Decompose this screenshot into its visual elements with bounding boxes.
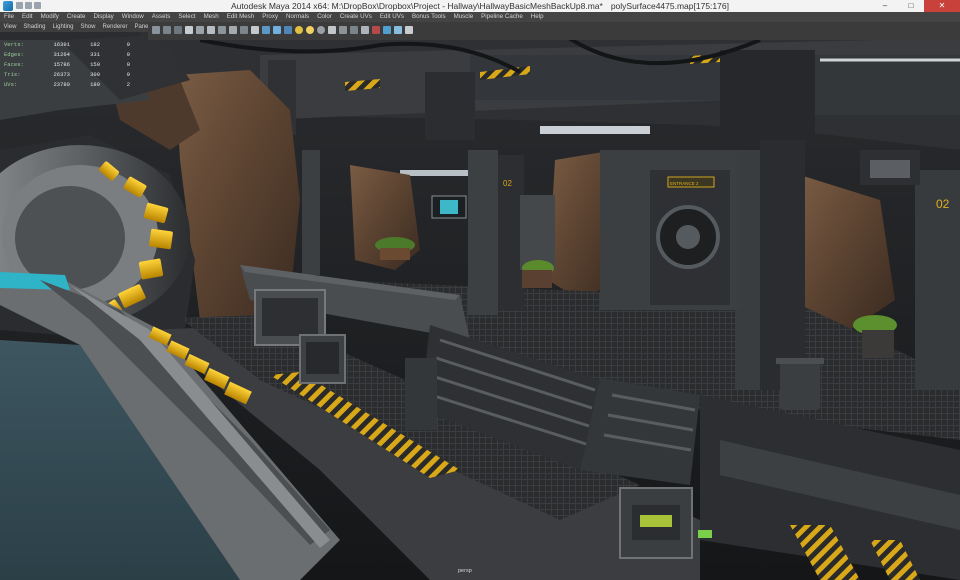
hud-label: Tris: bbox=[4, 71, 21, 78]
bookmarks-icon[interactable] bbox=[174, 26, 182, 34]
menu-edit[interactable]: Edit bbox=[18, 12, 37, 22]
panel-menu-shading[interactable]: Shading bbox=[20, 22, 49, 32]
menu-select[interactable]: Select bbox=[174, 12, 199, 22]
hud-value-selected: 189 bbox=[90, 81, 100, 88]
menu-color[interactable]: Color bbox=[313, 12, 336, 22]
shadows-icon[interactable] bbox=[317, 26, 325, 34]
grid-icon[interactable] bbox=[196, 26, 204, 34]
hud-row: Tris: 26373 300 0 bbox=[4, 70, 130, 80]
menu-create[interactable]: Create bbox=[63, 12, 90, 22]
motion-blur-icon[interactable] bbox=[339, 26, 347, 34]
menu-edit-mesh[interactable]: Edit Mesh bbox=[223, 12, 259, 22]
hud-value-selected: 331 bbox=[90, 51, 100, 58]
menu-bonus-tools[interactable]: Bonus Tools bbox=[408, 12, 450, 22]
hud-value-object: 26373 bbox=[53, 71, 70, 78]
pillar-number-sign: 02 bbox=[503, 179, 512, 188]
hud-value-object: 16391 bbox=[53, 41, 70, 48]
menu-edit-uvs[interactable]: Edit UVs bbox=[376, 12, 408, 22]
camera-name-label: persp bbox=[458, 568, 472, 574]
selection-title: polySurface4475.map[175:176] bbox=[610, 1, 729, 11]
close-button[interactable]: ✕ bbox=[924, 0, 960, 12]
panel-toolbar bbox=[148, 22, 960, 40]
hud-label: Faces: bbox=[4, 61, 24, 68]
main-menu-bar: File Edit Modify Create Display Window A… bbox=[0, 12, 960, 22]
menu-modify[interactable]: Modify bbox=[37, 12, 63, 22]
hud-value-component: 0 bbox=[126, 61, 130, 68]
xray-icon[interactable] bbox=[383, 26, 391, 34]
entrance-sign: ENTRANCE 2 bbox=[670, 181, 699, 186]
image-plane-icon[interactable] bbox=[185, 26, 193, 34]
scene-render: 02 02 ENTRANCE 2 bbox=[0, 32, 960, 580]
menu-window[interactable]: Window bbox=[118, 12, 148, 22]
hud-label: Edges: bbox=[4, 51, 24, 58]
hud-value-object: 23780 bbox=[53, 81, 70, 88]
hud-value-selected: 300 bbox=[90, 71, 100, 78]
hud-value-object: 31264 bbox=[53, 51, 70, 58]
anti-aliasing-icon[interactable] bbox=[350, 26, 358, 34]
hud-row: UVs: 23780 189 2 bbox=[4, 80, 130, 90]
menu-display[interactable]: Display bbox=[89, 12, 117, 22]
app-title: Autodesk Maya 2014 x64: M:\DropBox\Dropb… bbox=[231, 1, 603, 11]
panel-menu-renderer[interactable]: Renderer bbox=[99, 22, 131, 32]
hud-value-selected: 182 bbox=[90, 41, 100, 48]
panel-menu-show[interactable]: Show bbox=[77, 22, 99, 32]
menu-help[interactable]: Help bbox=[527, 12, 548, 22]
gate-mask-icon[interactable] bbox=[229, 26, 237, 34]
lights-icon[interactable] bbox=[306, 26, 314, 34]
perspective-viewport[interactable]: 02 02 ENTRANCE 2 bbox=[0, 32, 960, 580]
resolution-gate-icon[interactable] bbox=[218, 26, 226, 34]
xray-joints-icon[interactable] bbox=[394, 26, 402, 34]
menu-proxy[interactable]: Proxy bbox=[258, 12, 282, 22]
camera-attributes-icon[interactable] bbox=[163, 26, 171, 34]
menu-create-uvs[interactable]: Create UVs bbox=[336, 12, 376, 22]
textured-icon[interactable] bbox=[295, 26, 303, 34]
field-chart-icon[interactable] bbox=[240, 26, 248, 34]
camera-select-icon[interactable] bbox=[152, 26, 160, 34]
title-bar: Autodesk Maya 2014 x64: M:\DropBox\Dropb… bbox=[0, 0, 960, 12]
film-gate-icon[interactable] bbox=[207, 26, 215, 34]
depth-of-field-icon[interactable] bbox=[361, 26, 369, 34]
maximize-button[interactable]: □ bbox=[898, 0, 924, 12]
hud-value-component: 2 bbox=[126, 81, 130, 88]
panel-menu-view[interactable]: View bbox=[0, 22, 20, 32]
wireframe-on-shaded-icon[interactable] bbox=[284, 26, 292, 34]
wireframe-icon[interactable] bbox=[262, 26, 270, 34]
hud-row: Verts: 16391 182 0 bbox=[4, 40, 130, 50]
hud-row: Edges: 31264 331 0 bbox=[4, 50, 130, 60]
hud-value-object: 15786 bbox=[53, 61, 70, 68]
isolate-select-icon[interactable] bbox=[372, 26, 380, 34]
menu-file[interactable]: File bbox=[0, 12, 18, 22]
menu-assets[interactable]: Assets bbox=[148, 12, 175, 22]
hud-value-selected: 150 bbox=[90, 61, 100, 68]
hud-label: Verts: bbox=[4, 41, 24, 48]
hud-row: Faces: 15786 150 0 bbox=[4, 60, 130, 70]
poly-count-hud: Verts: 16391 182 0 Edges: 31264 331 0 Fa… bbox=[4, 40, 130, 90]
menu-mesh[interactable]: Mesh bbox=[200, 12, 223, 22]
panel-menu-lighting[interactable]: Lighting bbox=[49, 22, 77, 32]
smooth-shade-icon[interactable] bbox=[273, 26, 281, 34]
safe-action-icon[interactable] bbox=[251, 26, 259, 34]
menu-muscle[interactable]: Muscle bbox=[450, 12, 478, 22]
minimize-button[interactable]: – bbox=[872, 0, 898, 12]
backface-culling-icon[interactable] bbox=[405, 26, 413, 34]
panel-menu-bar: View Shading Lighting Show Renderer Pane… bbox=[0, 22, 153, 32]
window-title: Autodesk Maya 2014 x64: M:\DropBox\Dropb… bbox=[0, 0, 960, 12]
hud-label: UVs: bbox=[4, 81, 18, 88]
hud-value-component: 0 bbox=[126, 51, 130, 58]
window-controls: – □ ✕ bbox=[872, 0, 960, 12]
ambient-occlusion-icon[interactable] bbox=[328, 26, 336, 34]
menu-normals[interactable]: Normals bbox=[282, 12, 313, 22]
pillar-number-sign-right: 02 bbox=[936, 197, 950, 211]
menu-pipeline-cache[interactable]: Pipeline Cache bbox=[477, 12, 527, 22]
hud-value-component: 0 bbox=[126, 71, 130, 78]
hud-value-component: 0 bbox=[126, 41, 130, 48]
